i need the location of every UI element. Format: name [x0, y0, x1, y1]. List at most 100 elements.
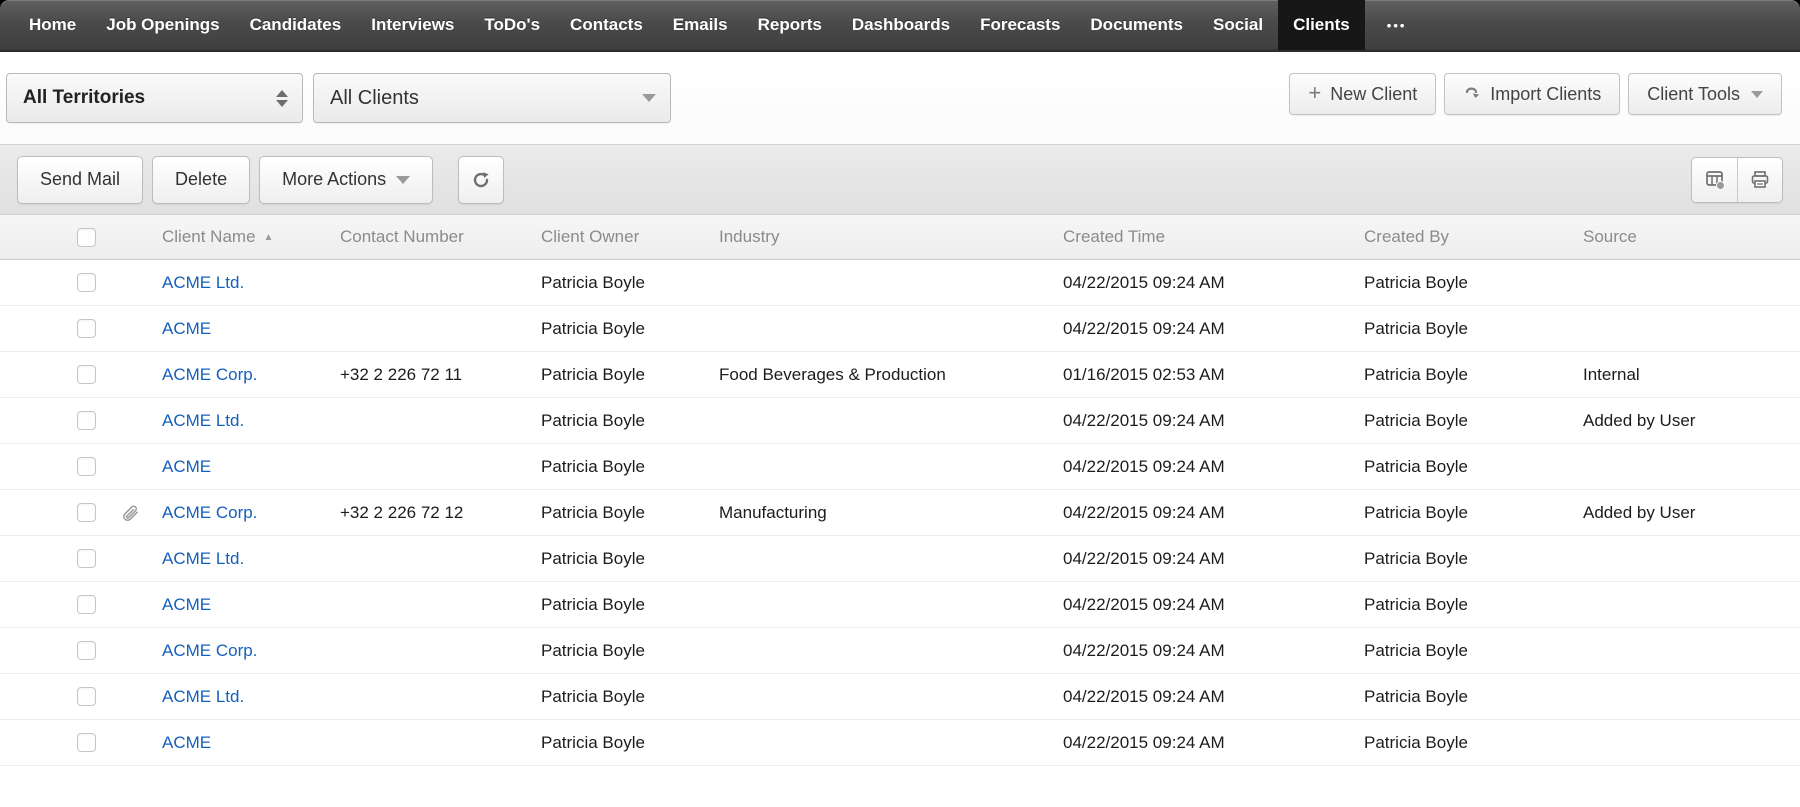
send-mail-button[interactable]: Send Mail: [17, 156, 143, 204]
created-by-cell: Patricia Boyle: [1364, 503, 1583, 523]
row-checkbox[interactable]: [77, 641, 96, 660]
created-time-cell: 04/22/2015 09:24 AM: [1063, 411, 1364, 431]
nav-item-reports[interactable]: Reports: [743, 0, 837, 50]
created-by-cell: Patricia Boyle: [1364, 319, 1583, 339]
client-name-link[interactable]: ACME Ltd.: [162, 411, 244, 430]
column-header-source[interactable]: Source: [1583, 227, 1800, 247]
client-owner-cell: Patricia Boyle: [541, 595, 719, 615]
client-name-link[interactable]: ACME Ltd.: [162, 273, 244, 292]
client-owner-cell: Patricia Boyle: [541, 687, 719, 707]
created-time-cell: 04/22/2015 09:24 AM: [1063, 503, 1364, 523]
client-owner-cell: Patricia Boyle: [541, 641, 719, 661]
empty-space: [0, 766, 1800, 807]
created-time-cell: 04/22/2015 09:24 AM: [1063, 273, 1364, 293]
nav-item-forecasts[interactable]: Forecasts: [965, 0, 1075, 50]
created-time-cell: 04/22/2015 09:24 AM: [1063, 595, 1364, 615]
row-checkbox[interactable]: [77, 365, 96, 384]
table-row: ACME Patricia Boyle 04/22/2015 09:24 AM …: [0, 306, 1800, 352]
table-row: ACME Ltd. Patricia Boyle 04/22/2015 09:2…: [0, 536, 1800, 582]
client-owner-cell: Patricia Boyle: [541, 365, 719, 385]
source-cell: Added by User: [1583, 411, 1800, 431]
client-name-link[interactable]: ACME: [162, 733, 211, 752]
client-name-link[interactable]: ACME Ltd.: [162, 687, 244, 706]
chevron-down-icon: [642, 94, 656, 102]
contact-number-cell: +32 2 226 72 12: [340, 503, 541, 523]
delete-button[interactable]: Delete: [152, 156, 250, 204]
client-name-link[interactable]: ACME: [162, 457, 211, 476]
client-owner-cell: Patricia Boyle: [541, 733, 719, 753]
print-button[interactable]: [1737, 158, 1782, 202]
nav-item-documents[interactable]: Documents: [1075, 0, 1198, 50]
nav-more-button[interactable]: •••: [1365, 0, 1429, 50]
table-row: ACME Patricia Boyle 04/22/2015 09:24 AM …: [0, 582, 1800, 628]
chevron-down-icon: [1751, 91, 1763, 98]
nav-item-emails[interactable]: Emails: [658, 0, 743, 50]
territory-select[interactable]: All Territories: [6, 73, 303, 123]
client-name-link[interactable]: ACME: [162, 319, 211, 338]
created-time-cell: 04/22/2015 09:24 AM: [1063, 319, 1364, 339]
column-header-created-time[interactable]: Created Time: [1063, 227, 1364, 247]
row-checkbox[interactable]: [77, 733, 96, 752]
column-header-contact-number[interactable]: Contact Number: [340, 227, 541, 247]
client-table-header: Client Name▲ Contact Number Client Owner…: [0, 215, 1800, 260]
nav-item-interviews[interactable]: Interviews: [356, 0, 469, 50]
row-checkbox[interactable]: [77, 273, 96, 292]
top-nav-strip: HomeJob OpeningsCandidatesInterviewsToDo…: [0, 0, 1800, 52]
client-view-select-value: All Clients: [330, 87, 419, 110]
table-row: ACME Ltd. Patricia Boyle 04/22/2015 09:2…: [0, 260, 1800, 306]
select-all-checkbox[interactable]: [77, 228, 96, 247]
nav-item-home[interactable]: Home: [14, 0, 91, 50]
table-row: ACME Patricia Boyle 04/22/2015 09:24 AM …: [0, 444, 1800, 490]
client-owner-cell: Patricia Boyle: [541, 411, 719, 431]
source-cell: Internal: [1583, 365, 1800, 385]
client-name-link[interactable]: ACME Corp.: [162, 641, 257, 660]
client-owner-cell: Patricia Boyle: [541, 503, 719, 523]
row-checkbox[interactable]: [77, 319, 96, 338]
created-time-cell: 04/22/2015 09:24 AM: [1063, 687, 1364, 707]
more-actions-label: More Actions: [282, 169, 386, 190]
nav-item-job-openings[interactable]: Job Openings: [91, 0, 234, 50]
nav-item-dashboards[interactable]: Dashboards: [837, 0, 965, 50]
created-by-cell: Patricia Boyle: [1364, 687, 1583, 707]
industry-cell: Food Beverages & Production: [719, 365, 1063, 385]
column-header-client-owner[interactable]: Client Owner: [541, 227, 719, 247]
nav-item-contacts[interactable]: Contacts: [555, 0, 658, 50]
table-row: ACME Patricia Boyle 04/22/2015 09:24 AM …: [0, 720, 1800, 766]
client-name-link[interactable]: ACME Ltd.: [162, 549, 244, 568]
nav-item-social[interactable]: Social: [1198, 0, 1278, 50]
customize-columns-button[interactable]: [1692, 158, 1737, 202]
client-name-link[interactable]: ACME Corp.: [162, 365, 257, 384]
client-tools-button[interactable]: Client Tools: [1628, 73, 1782, 115]
column-header-industry[interactable]: Industry: [719, 227, 1063, 247]
refresh-button[interactable]: [458, 156, 504, 204]
created-by-cell: Patricia Boyle: [1364, 457, 1583, 477]
column-header-created-by[interactable]: Created By: [1364, 227, 1583, 247]
select-all-cell: [0, 228, 106, 247]
created-by-cell: Patricia Boyle: [1364, 365, 1583, 385]
top-nav: HomeJob OpeningsCandidatesInterviewsToDo…: [0, 0, 1800, 52]
client-name-link[interactable]: ACME Corp.: [162, 503, 257, 522]
nav-item-todo-s[interactable]: ToDo's: [469, 0, 555, 50]
more-actions-button[interactable]: More Actions: [259, 156, 433, 204]
paperclip-icon: [121, 504, 139, 522]
client-name-link[interactable]: ACME: [162, 595, 211, 614]
toolbar-right-icons: [1691, 157, 1783, 203]
table-row: ACME Ltd. Patricia Boyle 04/22/2015 09:2…: [0, 398, 1800, 444]
new-client-button[interactable]: + New Client: [1289, 73, 1436, 115]
nav-item-candidates[interactable]: Candidates: [235, 0, 357, 50]
clients-page: HomeJob OpeningsCandidatesInterviewsToDo…: [0, 0, 1800, 807]
row-checkbox[interactable]: [77, 549, 96, 568]
nav-item-clients[interactable]: Clients: [1278, 0, 1365, 50]
row-checkbox[interactable]: [77, 595, 96, 614]
row-checkbox[interactable]: [77, 411, 96, 430]
client-table-body: ACME Ltd. Patricia Boyle 04/22/2015 09:2…: [0, 260, 1800, 766]
created-time-cell: 04/22/2015 09:24 AM: [1063, 457, 1364, 477]
column-header-client-name[interactable]: Client Name▲: [162, 227, 340, 247]
row-checkbox[interactable]: [77, 457, 96, 476]
row-checkbox[interactable]: [77, 687, 96, 706]
created-by-cell: Patricia Boyle: [1364, 733, 1583, 753]
client-view-select[interactable]: All Clients: [313, 73, 671, 123]
created-by-cell: Patricia Boyle: [1364, 641, 1583, 661]
import-clients-button[interactable]: Import Clients: [1444, 73, 1620, 115]
row-checkbox[interactable]: [77, 503, 96, 522]
